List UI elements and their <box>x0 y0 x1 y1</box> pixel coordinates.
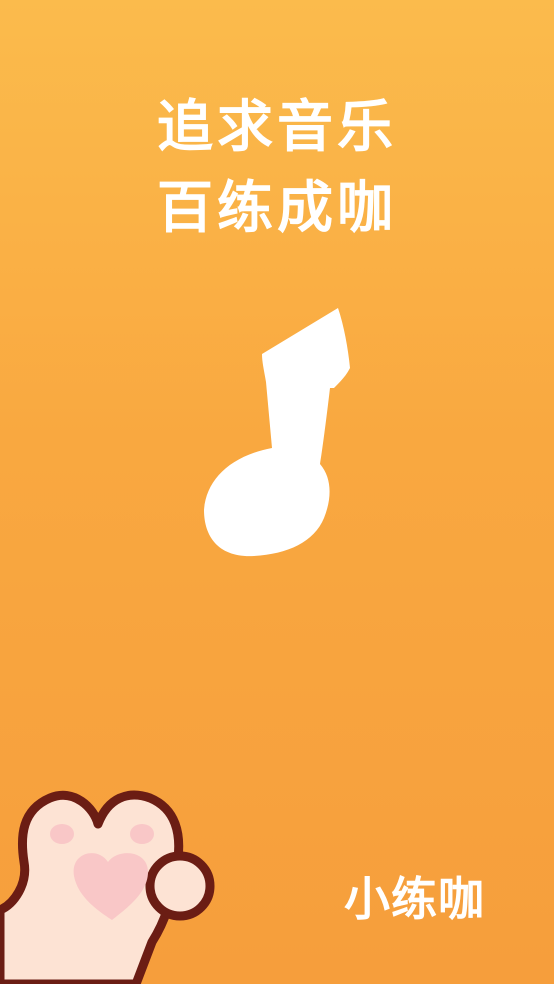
music-note-icon <box>204 308 350 557</box>
paw-icon <box>0 790 215 984</box>
slogan-line-2: 百练成咖 <box>157 176 397 241</box>
brand-name: 小练咖 <box>344 872 485 926</box>
splash-screen: 追求音乐 百练成咖 小练咖 <box>0 0 554 984</box>
slogan-line-1: 追求音乐 <box>157 95 397 160</box>
